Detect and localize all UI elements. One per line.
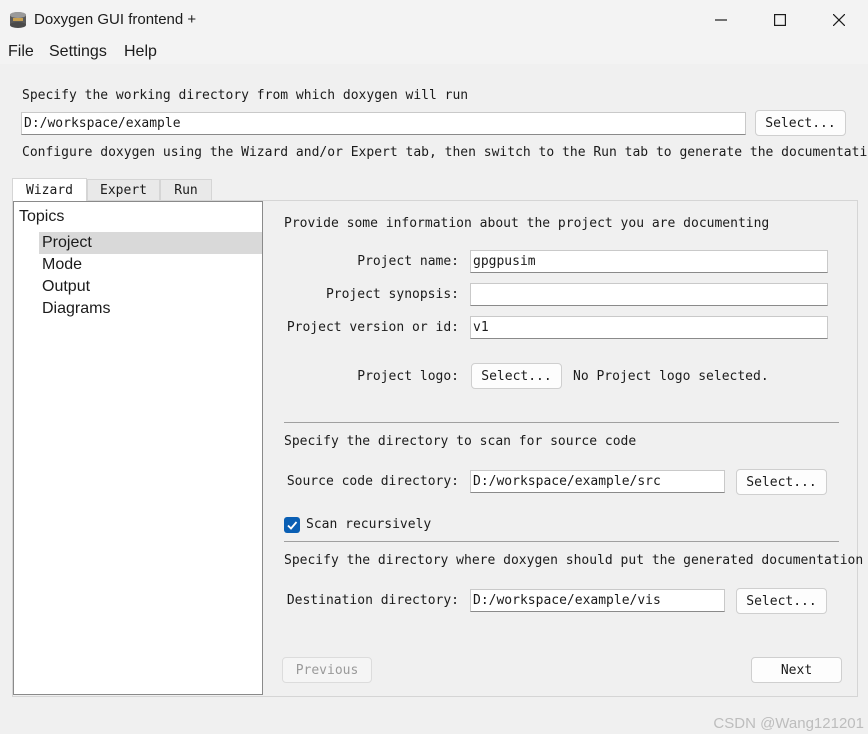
workdir-input[interactable] xyxy=(21,112,746,135)
destination-dir-label: Destination directory: xyxy=(286,593,459,608)
title-bar: Doxygen GUI frontend + xyxy=(0,0,868,40)
next-button[interactable]: Next xyxy=(751,657,842,683)
destination-section-title: Specify the directory where doxygen shou… xyxy=(284,553,864,568)
topics-tree: Topics Project Mode Output Diagrams xyxy=(13,201,263,695)
window-title: Doxygen GUI frontend + xyxy=(34,11,197,28)
menu-bar: File Settings Help xyxy=(0,40,868,64)
scan-recursively-checkbox[interactable] xyxy=(284,517,300,533)
tab-run[interactable]: Run xyxy=(160,179,212,201)
checkmark-icon xyxy=(287,521,298,530)
project-version-input[interactable] xyxy=(470,316,828,339)
topic-item-project[interactable]: Project xyxy=(39,232,262,254)
workdir-hint: Configure doxygen using the Wizard and/o… xyxy=(22,145,868,160)
topic-item-output[interactable]: Output xyxy=(39,276,90,298)
project-version-label: Project version or id: xyxy=(286,320,459,335)
maximize-button[interactable] xyxy=(751,0,809,40)
project-name-input[interactable] xyxy=(470,250,828,273)
source-dir-label: Source code directory: xyxy=(286,474,459,489)
topic-item-mode[interactable]: Mode xyxy=(39,254,82,276)
tab-wizard[interactable]: Wizard xyxy=(12,178,87,201)
project-logo-label: Project logo: xyxy=(357,369,459,384)
project-logo-status: No Project logo selected. xyxy=(573,369,769,384)
source-dir-input[interactable] xyxy=(470,470,725,493)
topic-item-diagrams[interactable]: Diagrams xyxy=(39,298,110,320)
source-section-title: Specify the directory to scan for source… xyxy=(284,434,637,449)
tab-expert[interactable]: Expert xyxy=(87,179,160,201)
minimize-button[interactable] xyxy=(692,0,750,40)
scan-recursively-label: Scan recursively xyxy=(306,517,432,532)
maximize-icon xyxy=(774,14,786,26)
project-logo-select-button[interactable]: Select... xyxy=(471,363,562,389)
close-button[interactable] xyxy=(810,0,868,40)
workdir-prompt: Specify the working directory from which… xyxy=(22,88,469,103)
minimize-icon xyxy=(715,19,727,21)
topics-header: Topics xyxy=(19,208,65,225)
menu-file[interactable]: File xyxy=(8,43,34,61)
divider xyxy=(284,422,839,423)
menu-settings[interactable]: Settings xyxy=(49,43,107,61)
divider xyxy=(284,541,839,542)
watermark: CSDN @Wang121201 xyxy=(713,715,864,732)
workdir-select-button[interactable]: Select... xyxy=(755,110,846,136)
project-section-title: Provide some information about the proje… xyxy=(284,216,770,231)
doxygen-app-icon xyxy=(10,12,26,28)
menu-help[interactable]: Help xyxy=(124,43,157,61)
destination-dir-select-button[interactable]: Select... xyxy=(736,588,827,614)
project-synopsis-label: Project synopsis: xyxy=(325,287,459,302)
project-settings-pane: Provide some information about the proje… xyxy=(268,202,863,696)
previous-button[interactable]: Previous xyxy=(282,657,372,683)
source-dir-select-button[interactable]: Select... xyxy=(736,469,827,495)
project-synopsis-input[interactable] xyxy=(470,283,828,306)
destination-dir-input[interactable] xyxy=(470,589,725,612)
project-name-label: Project name: xyxy=(357,254,459,269)
main-area: Specify the working directory from which… xyxy=(0,64,868,734)
close-icon xyxy=(833,14,845,26)
